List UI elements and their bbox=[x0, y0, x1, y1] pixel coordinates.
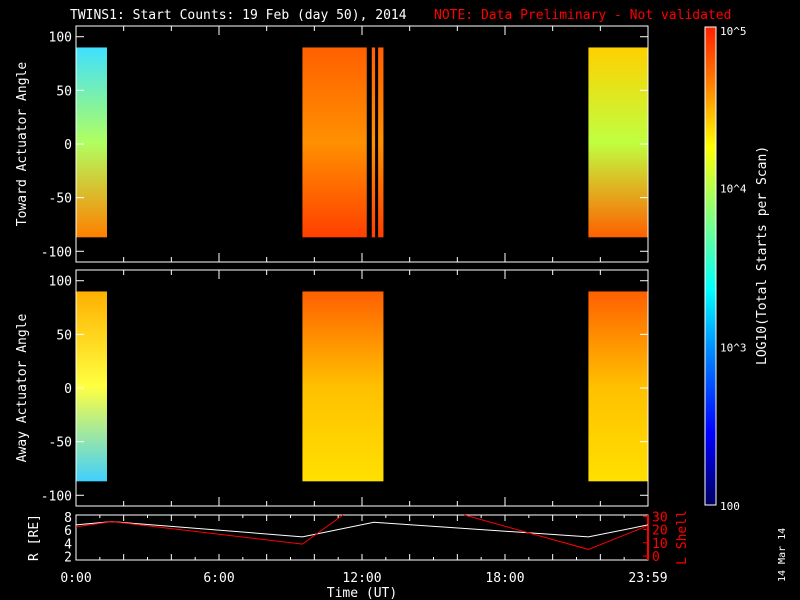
colorbar-label: LOG10(Total Starts per Scan) bbox=[755, 146, 770, 365]
data-gap bbox=[366, 47, 372, 238]
colorbar-tick-label: 10^3 bbox=[720, 342, 747, 355]
y-tick-label: -50 bbox=[49, 436, 72, 451]
y-tick-label: 0 bbox=[64, 138, 72, 153]
y-axis-label: R [RE] bbox=[27, 514, 42, 561]
y2-axis-label: L Shell bbox=[675, 510, 690, 565]
heatmap-block bbox=[588, 47, 648, 238]
colorbar-tick-label: 10^5 bbox=[720, 25, 747, 38]
y-tick-label: -100 bbox=[41, 245, 72, 260]
y-axis-label: Toward Actuator Angle bbox=[15, 62, 30, 227]
y2-tick-label: 0 bbox=[652, 550, 660, 565]
y-tick-label: -100 bbox=[41, 489, 72, 504]
chart-title: TWINS1: Start Counts: 19 Feb (day 50), 2… bbox=[70, 8, 407, 23]
data-gap bbox=[375, 47, 379, 238]
y-tick-label: 0 bbox=[64, 382, 72, 397]
y-tick-label: 100 bbox=[49, 31, 72, 46]
y-tick-label: 50 bbox=[56, 84, 72, 99]
y-tick-label: 2 bbox=[64, 551, 72, 566]
x-tick-label: 18:00 bbox=[485, 571, 524, 586]
colorbar-tick-label: 10^4 bbox=[720, 182, 747, 195]
heatmap-block bbox=[76, 291, 107, 482]
preliminary-note: NOTE: Data Preliminary - Not validated bbox=[434, 8, 731, 23]
x-tick-label: 0:00 bbox=[60, 571, 91, 586]
heatmap-block bbox=[302, 291, 384, 482]
x-tick-label: 12:00 bbox=[342, 571, 381, 586]
colorbar bbox=[704, 26, 717, 506]
plot-canvas: TWINS1: Start Counts: 19 Feb (day 50), 2… bbox=[15, 8, 788, 600]
heatmap-block bbox=[76, 47, 107, 238]
panel-frame bbox=[75, 514, 649, 561]
date-stamp: 14 Mar 14 bbox=[777, 528, 788, 582]
y-tick-label: 100 bbox=[49, 275, 72, 290]
y-axis-label: Away Actuator Angle bbox=[15, 313, 30, 462]
x-axis-label: Time (UT) bbox=[327, 586, 397, 600]
x-tick-label: 23:59 bbox=[628, 571, 667, 586]
lshell-line bbox=[464, 514, 649, 550]
y-tick-label: 50 bbox=[56, 328, 72, 343]
radius-line bbox=[75, 521, 649, 538]
x-tick-label: 6:00 bbox=[203, 571, 234, 586]
colorbar-tick-label: 100 bbox=[720, 500, 740, 513]
heatmap-block bbox=[588, 291, 648, 482]
y-tick-label: -50 bbox=[49, 192, 72, 207]
